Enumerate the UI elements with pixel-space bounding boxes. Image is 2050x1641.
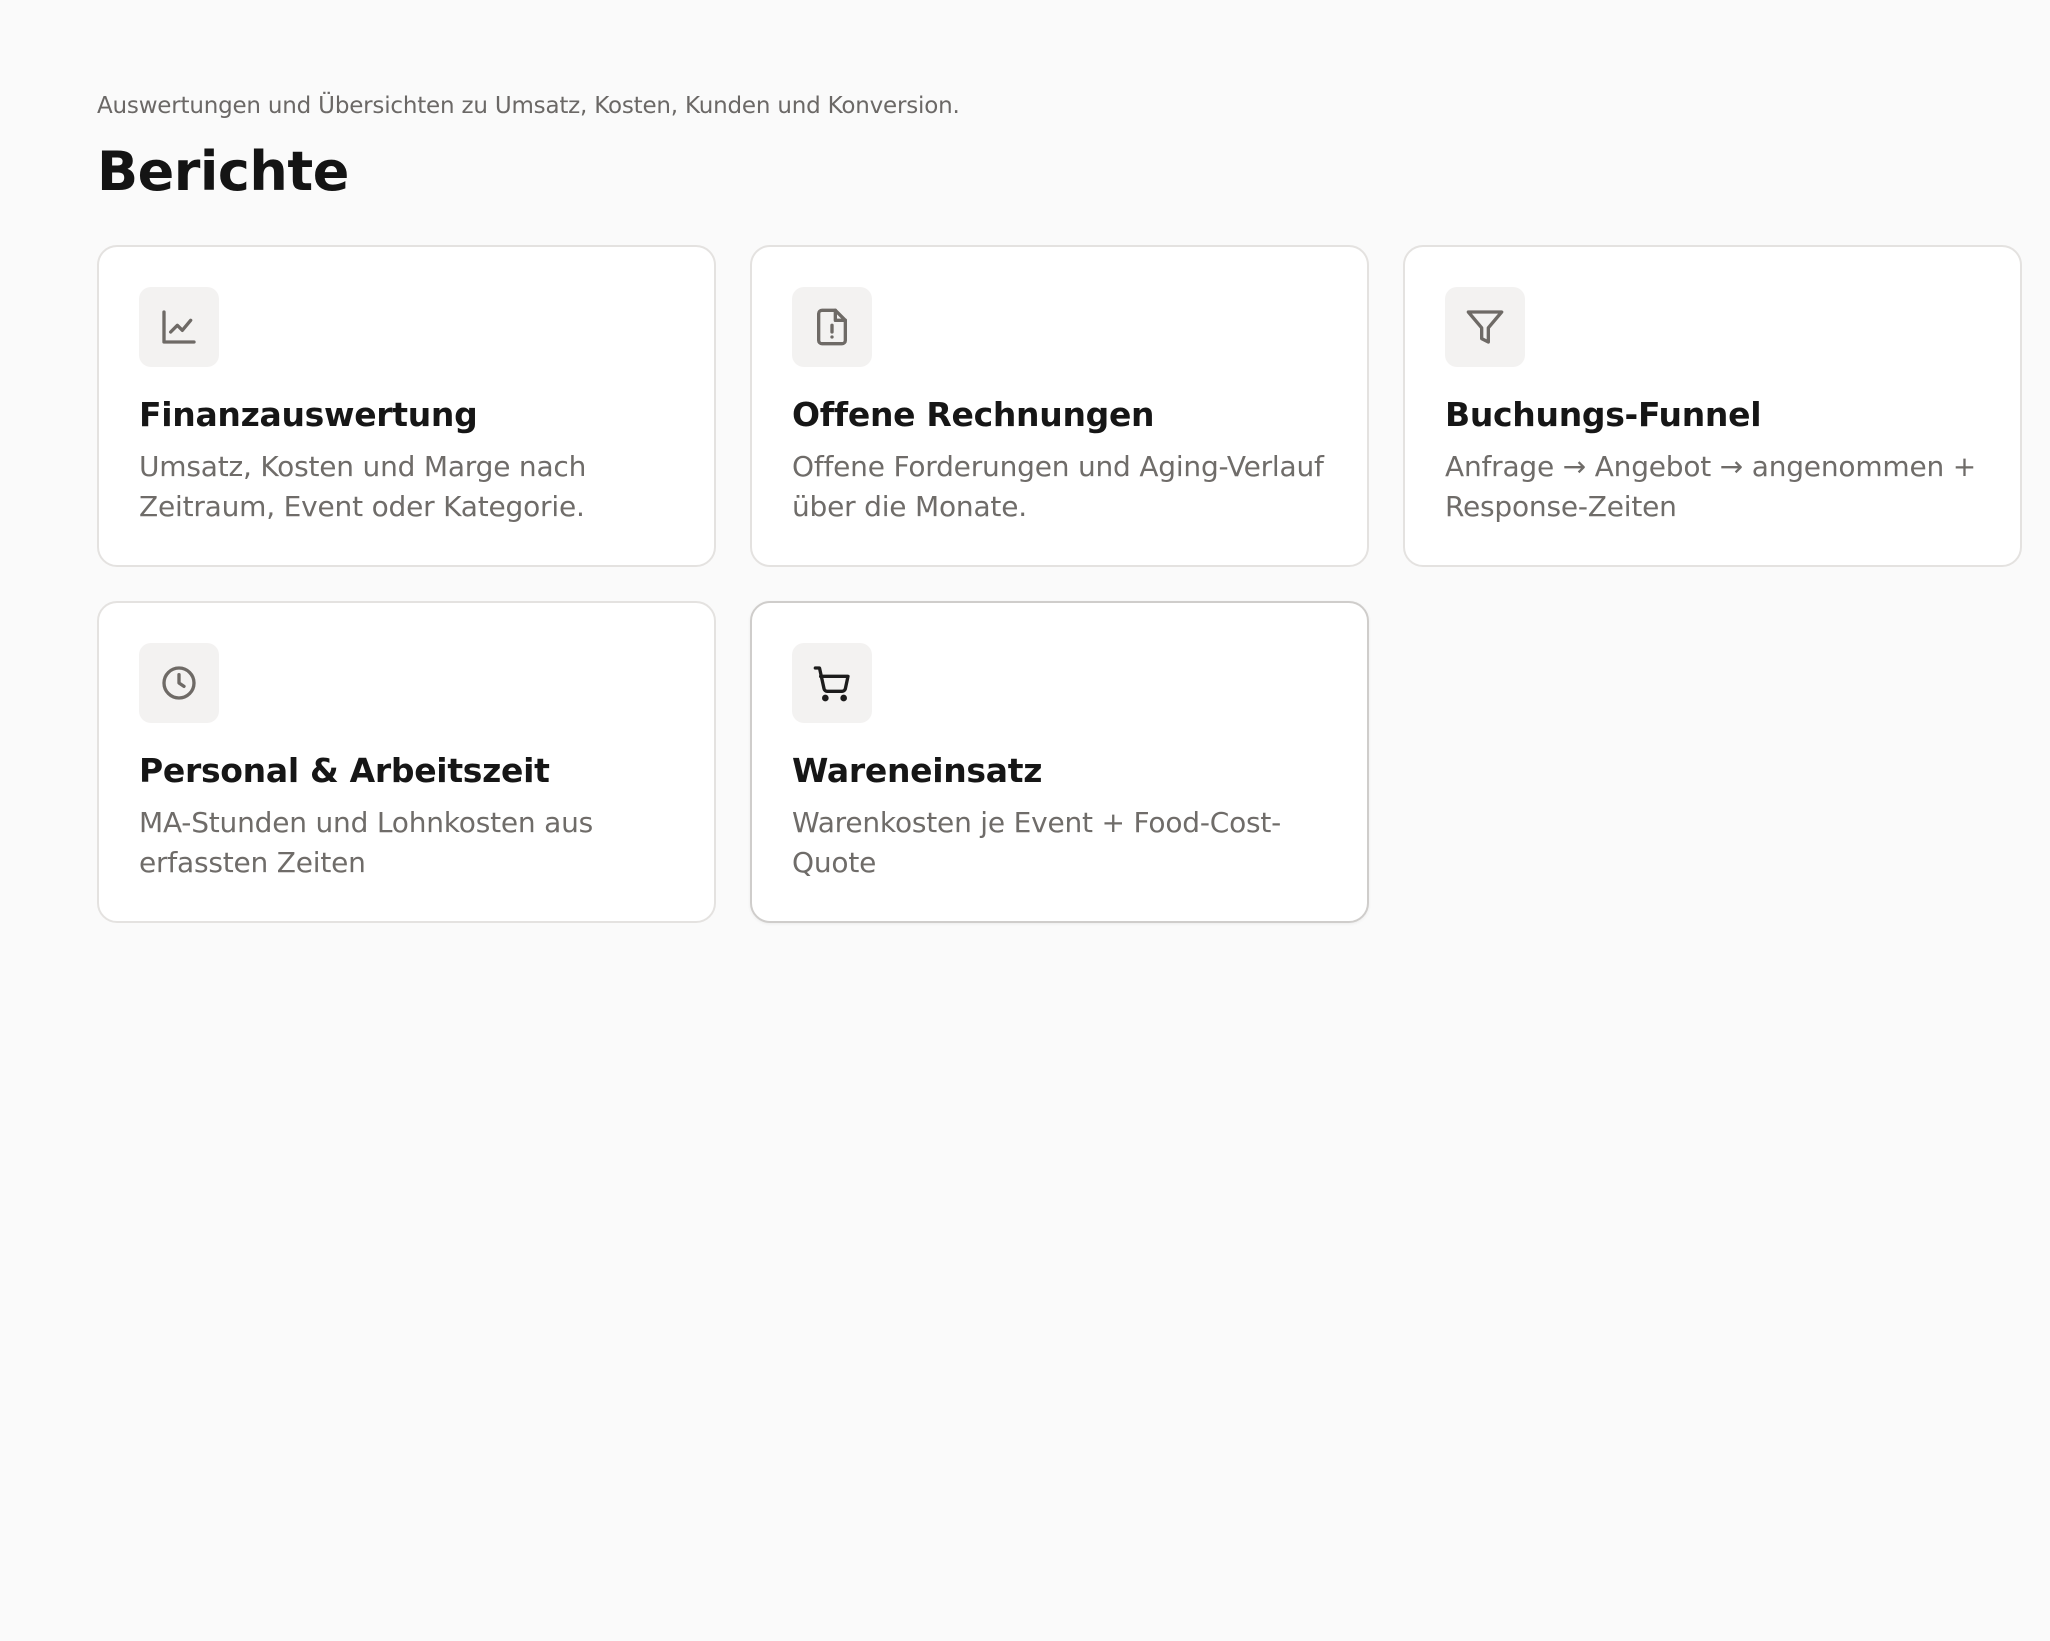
report-card-personal-arbeitszeit[interactable]: Personal & Arbeitszeit MA-Stunden und Lo… — [97, 601, 716, 923]
funnel-icon — [1466, 310, 1504, 344]
report-icon-box — [139, 643, 219, 723]
report-card-wareneinsatz[interactable]: Wareneinsatz Warenkosten je Event + Food… — [750, 601, 1369, 923]
page-title: Berichte — [97, 140, 349, 203]
line-chart-icon — [162, 310, 196, 344]
shopping-cart-icon — [813, 666, 850, 702]
report-card-description: Warenkosten je Event + Food-Cost-Quote — [792, 805, 1282, 879]
report-card-description: Anfrage → Angebot → angenommen + Respons… — [1445, 449, 1977, 523]
report-icon-box — [792, 287, 872, 367]
report-icon-box — [139, 287, 219, 367]
report-icon-box — [792, 643, 872, 723]
report-grid: Finanzauswertung Umsatz, Kosten und Marg… — [97, 245, 2025, 923]
report-card-title: Buchungs-Funnel — [1445, 395, 1762, 434]
report-card-offene-rechnungen[interactable]: Offene Rechnungen Offene Forderungen und… — [750, 245, 1369, 567]
report-card-buchungs-funnel[interactable]: Buchungs-Funnel Anfrage → Angebot → ange… — [1403, 245, 2022, 567]
report-card-description: MA-Stunden und Lohnkosten aus erfassten … — [139, 805, 594, 879]
report-card-title: Offene Rechnungen — [792, 395, 1155, 434]
clock-icon — [162, 666, 196, 700]
report-card-description: Offene Forderungen und Aging-Verlauf übe… — [792, 449, 1324, 523]
report-card-title: Wareneinsatz — [792, 751, 1043, 790]
report-card-title: Personal & Arbeitszeit — [139, 751, 550, 790]
report-card-description: Umsatz, Kosten und Marge nach Zeitraum, … — [139, 449, 587, 523]
invoice-alert-icon — [817, 308, 847, 346]
report-icon-box — [1445, 287, 1525, 367]
report-card-finanzauswertung[interactable]: Finanzauswertung Umsatz, Kosten und Marg… — [97, 245, 716, 567]
page-subtitle: Auswertungen und Übersichten zu Umsatz, … — [97, 93, 960, 119]
report-card-title: Finanzauswertung — [139, 395, 478, 434]
